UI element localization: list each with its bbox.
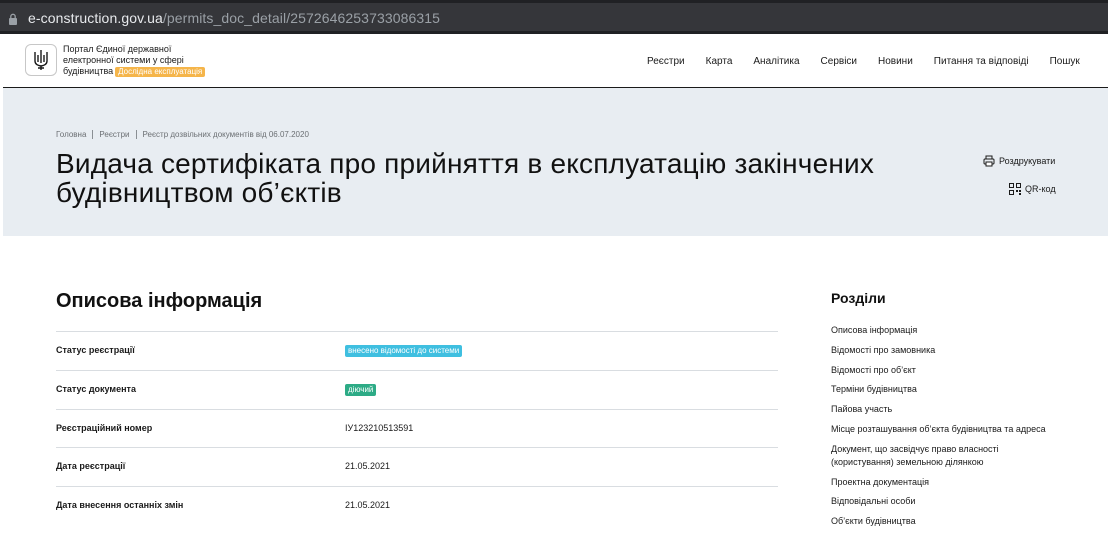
nav-item-analytics[interactable]: Аналітика [753, 56, 799, 67]
breadcrumb: Головна Реєстри Реєстр дозвільних докуме… [56, 130, 309, 139]
section-link[interactable]: Пайова участь [831, 403, 1081, 416]
registration-status-badge: внесено відомості до системи [345, 345, 463, 357]
section-link[interactable]: Проектна документація [831, 476, 1081, 489]
nav-item-registers[interactable]: Реєстри [647, 56, 685, 67]
address-bar[interactable]: e-construction.gov.ua/permits_doc_detail… [0, 3, 1108, 31]
breadcrumb-registers[interactable]: Реєстри [99, 130, 129, 139]
qr-code-button[interactable]: QR-код [1009, 183, 1056, 195]
nav-item-search[interactable]: Пошук [1050, 56, 1080, 67]
printer-icon [983, 155, 995, 167]
info-row-registration-number: Реєстраційний номер ІУ123210513591 [56, 408, 778, 448]
info-label: Статус реєстрації [56, 345, 135, 355]
info-label: Дата внесення останніх змін [56, 500, 184, 511]
info-row-document-status: Статус документа діючий [56, 369, 778, 409]
nav-item-news[interactable]: Новини [878, 56, 913, 67]
print-button[interactable]: Роздрукувати [983, 155, 1055, 167]
sections-title: Розділи [831, 290, 886, 306]
portal-name-line3: будівництва [63, 66, 114, 76]
portal-name-line2: електронної системи у сфері [63, 55, 184, 65]
site-header: Портал Єдиної державної електронної сист… [3, 34, 1108, 88]
sections-nav: Описова інформація Відомості про замовни… [831, 324, 1081, 535]
qr-code-label: QR-код [1025, 184, 1056, 194]
qr-code-icon [1009, 183, 1021, 195]
document-status-badge: діючий [345, 383, 377, 396]
url-host: e-construction.gov.ua [28, 10, 163, 26]
registration-date-value: 21.05.2021 [345, 461, 391, 472]
info-section-title: Описова інформація [56, 290, 263, 312]
portal-name[interactable]: Портал Єдиної державної електронної сист… [63, 44, 233, 77]
section-link[interactable]: Відомості про об’єкт [831, 364, 1081, 377]
page-hero: Головна Реєстри Реєстр дозвільних докуме… [3, 88, 1108, 236]
nav-item-services[interactable]: Сервіси [821, 56, 857, 67]
section-link[interactable]: Терміни будівництва [831, 383, 1081, 396]
page-title: Видача сертифіката про прийняття в експл… [56, 148, 875, 208]
url-text[interactable]: e-construction.gov.ua/permits_doc_detail… [28, 10, 440, 26]
info-row-registration-date: Дата реєстрації 21.05.2021 [56, 447, 778, 486]
browser-toolbar: e-construction.gov.ua/permits_doc_detail… [0, 0, 1108, 34]
nav-item-faq[interactable]: Питання та відповіді [934, 56, 1029, 67]
url-path: /permits_doc_detail/2572646253733086315 [162, 10, 441, 26]
nav-item-map[interactable]: Карта [706, 56, 733, 67]
trident-icon [34, 50, 48, 70]
portal-name-line1: Портал Єдиної державної [63, 44, 172, 54]
info-table: Статус реєстрації внесено відомості до с… [56, 331, 778, 525]
section-link[interactable]: Описова інформація [831, 324, 1081, 337]
last-change-date-value: 21.05.2021 [345, 500, 391, 511]
beta-badge: Дослідна експлуатація [115, 67, 206, 77]
print-label: Роздрукувати [999, 156, 1056, 166]
breadcrumb-home[interactable]: Головна [56, 130, 86, 139]
breadcrumb-current[interactable]: Реєстр дозвільних документів від 06.07.2… [143, 130, 309, 139]
info-label: Дата реєстрації [56, 461, 126, 472]
lock-icon [9, 13, 17, 25]
breadcrumb-separator [92, 130, 94, 139]
main-nav: Реєстри Карта Аналітика Сервіси Новини П… [647, 56, 1080, 67]
info-label: Реєстраційний номер [56, 422, 153, 433]
section-link[interactable]: Документ, що засвідчує право власності (… [831, 443, 1031, 469]
section-link[interactable]: Відповідальні особи [831, 495, 1081, 508]
section-link[interactable]: Місце розташування об’єкта будівництва т… [831, 423, 1081, 436]
section-link[interactable]: Відомості про замовника [831, 344, 1081, 357]
section-link[interactable]: Об’єкти будівництва [831, 515, 1081, 528]
breadcrumb-separator [135, 130, 137, 139]
info-row-registration-status: Статус реєстрації внесено відомості до с… [56, 331, 778, 370]
info-label: Статус документа [56, 383, 136, 394]
trident-logo[interactable] [25, 44, 57, 76]
info-row-last-change-date: Дата внесення останніх змін 21.05.2021 [56, 486, 778, 525]
registration-number-value: ІУ123210513591 [345, 422, 414, 433]
